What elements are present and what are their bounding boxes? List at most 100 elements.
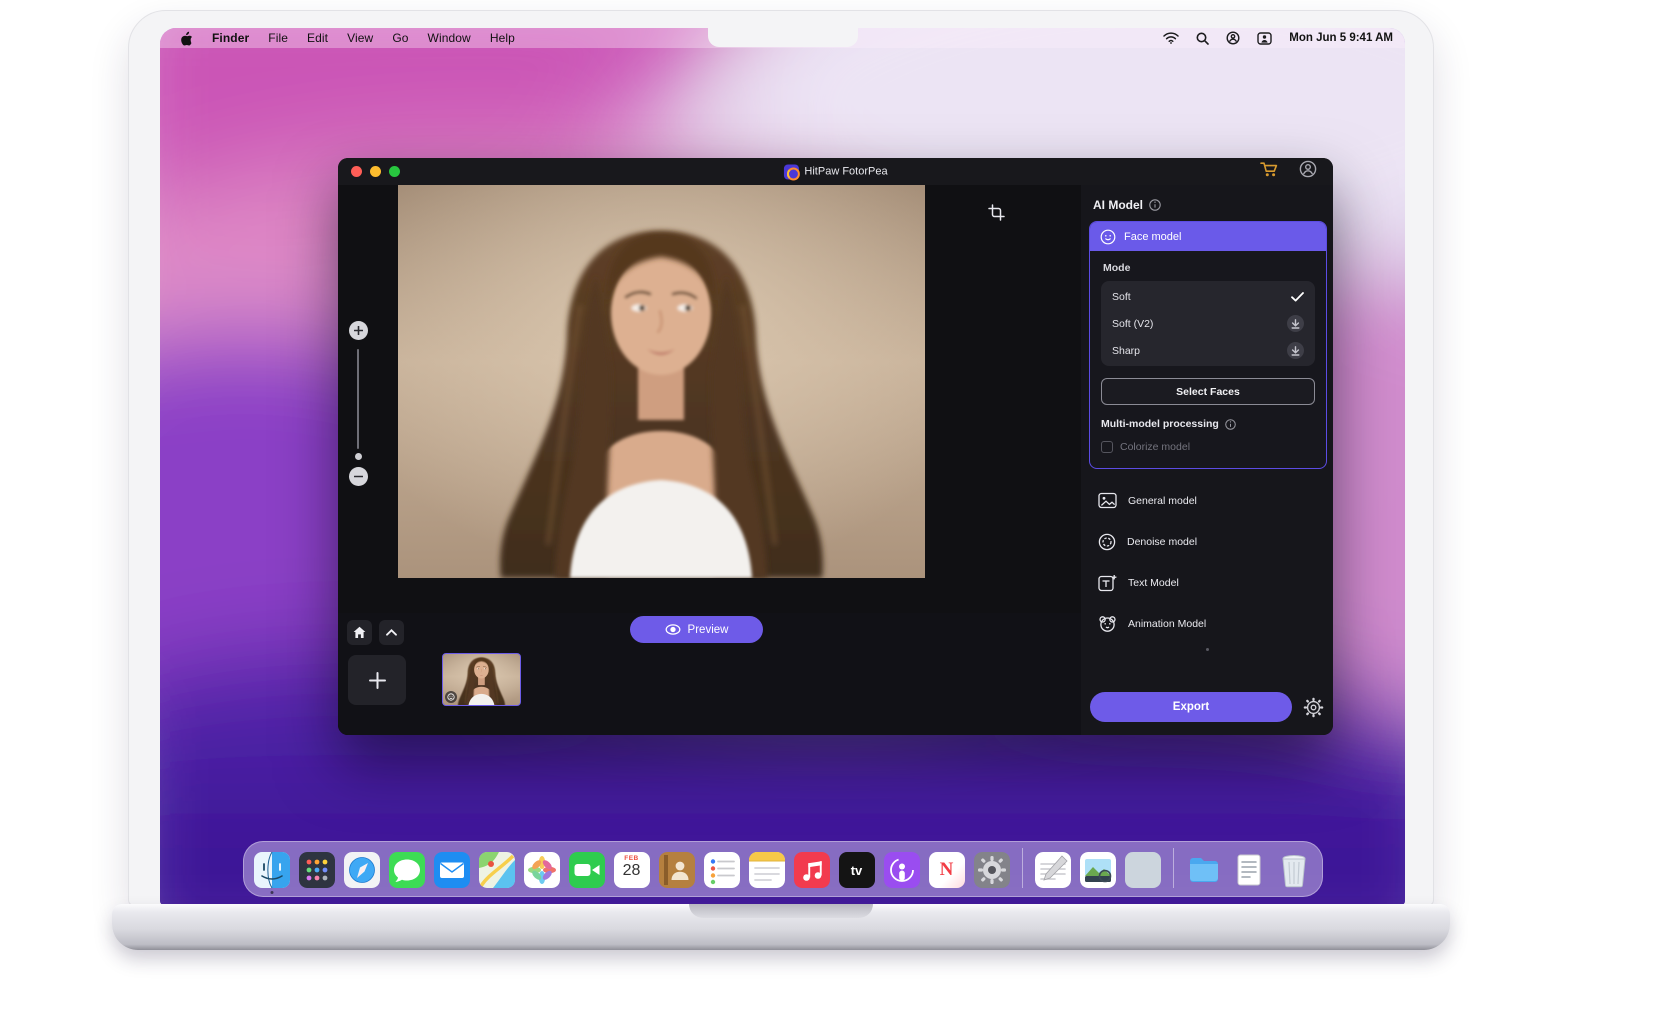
dock-maps[interactable] <box>479 852 515 888</box>
dock-separator <box>1173 848 1174 888</box>
menu-item-go[interactable]: Go <box>392 31 408 45</box>
user-circle-icon[interactable] <box>1226 31 1240 45</box>
dock-facetime[interactable] <box>569 852 605 888</box>
window-title-text: HitPaw FotorPea <box>804 166 887 178</box>
dock-news[interactable]: N <box>929 852 965 888</box>
dock-reminders[interactable] <box>704 852 740 888</box>
dock-messages[interactable] <box>389 852 425 888</box>
colorize-checkbox[interactable] <box>1101 441 1113 453</box>
zoom-in-button[interactable] <box>349 321 368 340</box>
model-general[interactable]: General model <box>1081 480 1333 521</box>
zoom-button[interactable] <box>389 166 400 177</box>
news-letter: N <box>940 859 954 881</box>
dock-mail[interactable] <box>434 852 470 888</box>
dock-finder[interactable] <box>254 852 290 888</box>
dock-appletv[interactable]: tv <box>839 852 875 888</box>
image-icon <box>1098 492 1117 509</box>
face-model-button[interactable]: Face model <box>1090 222 1326 251</box>
info-icon[interactable] <box>1225 419 1236 430</box>
macbook-mockup: Finder File Edit View Go Window Help <box>0 0 1672 1012</box>
dock-textedit[interactable] <box>1035 852 1071 888</box>
crop-icon[interactable] <box>985 201 1007 223</box>
target-icon <box>1098 533 1116 551</box>
dock-documents[interactable] <box>1231 852 1267 888</box>
menu-item-view[interactable]: View <box>347 31 373 45</box>
select-faces-button[interactable]: Select Faces <box>1101 378 1315 405</box>
scroll-indicator-dot <box>1206 648 1209 651</box>
model-list: General model Denoise model Text Model <box>1081 480 1333 644</box>
laptop-base <box>112 904 1450 950</box>
model-denoise[interactable]: Denoise model <box>1081 521 1333 562</box>
preview-button[interactable]: Preview <box>630 616 763 643</box>
dock-system-settings[interactable] <box>974 852 1010 888</box>
dock-untitled-app[interactable] <box>1125 852 1161 888</box>
dock-launchpad[interactable] <box>299 852 335 888</box>
user-switch-icon[interactable] <box>1257 32 1272 45</box>
calendar-month: FEB <box>624 855 639 862</box>
dock-preview-app[interactable] <box>1080 852 1116 888</box>
face-model-section: Face model Mode Soft <box>1089 221 1327 469</box>
tv-label: tv <box>851 863 863 878</box>
collapse-tray-button[interactable] <box>379 620 404 645</box>
menu-item-edit[interactable]: Edit <box>307 31 328 45</box>
settings-gear-icon[interactable] <box>1303 697 1324 718</box>
menu-item-window[interactable]: Window <box>428 31 471 45</box>
minimize-button[interactable] <box>370 166 381 177</box>
zoom-out-button[interactable] <box>349 467 368 486</box>
dock-music[interactable] <box>794 852 830 888</box>
dock-calendar[interactable]: FEB 28 <box>614 852 650 888</box>
zoom-slider[interactable] <box>357 349 359 449</box>
laptop-lid: Finder File Edit View Go Window Help <box>128 10 1434 906</box>
canvas-area[interactable] <box>394 185 1081 613</box>
account-icon[interactable] <box>1299 160 1317 183</box>
wifi-icon[interactable] <box>1163 32 1179 44</box>
apple-menu-icon[interactable] <box>180 31 193 46</box>
multi-model-label: Multi-model processing <box>1101 418 1219 430</box>
model-text[interactable]: Text Model <box>1081 562 1333 603</box>
check-icon <box>1291 292 1304 302</box>
window-title: HitPaw FotorPea <box>783 164 887 179</box>
panel-title: AI Model <box>1093 198 1143 212</box>
download-icon[interactable] <box>1287 342 1304 359</box>
add-image-button[interactable] <box>348 655 406 705</box>
menu-item-help[interactable]: Help <box>490 31 515 45</box>
mode-option-soft-v2[interactable]: Soft (V2) <box>1101 310 1315 337</box>
cart-icon[interactable] <box>1260 161 1279 183</box>
export-button[interactable]: Export <box>1090 692 1292 722</box>
mode-option-sharp[interactable]: Sharp <box>1101 337 1315 364</box>
mode-options: Soft Soft (V2) <box>1101 281 1315 366</box>
dock-contacts[interactable] <box>659 852 695 888</box>
info-icon[interactable] <box>1149 199 1161 211</box>
close-button[interactable] <box>351 166 362 177</box>
calendar-day: 28 <box>623 863 641 879</box>
app-window: HitPaw FotorPea <box>338 158 1333 735</box>
zoom-slider-handle[interactable] <box>355 453 362 460</box>
menu-item-finder[interactable]: Finder <box>212 31 249 45</box>
model-animation[interactable]: Animation Model <box>1081 603 1333 644</box>
ai-model-panel: AI Model Face model Mode <box>1081 185 1333 735</box>
window-titlebar[interactable]: HitPaw FotorPea <box>338 158 1333 185</box>
dock-podcasts[interactable] <box>884 852 920 888</box>
dock-photos[interactable] <box>524 852 560 888</box>
canvas-tool-strip <box>338 185 394 613</box>
image-thumbnail[interactable] <box>442 653 521 706</box>
face-badge-icon <box>445 691 457 703</box>
portrait-image <box>398 185 925 578</box>
bear-icon <box>1098 615 1117 633</box>
screen: Finder File Edit View Go Window Help <box>160 28 1405 905</box>
text-plus-icon <box>1098 574 1117 592</box>
bottom-toolbar: Preview <box>338 613 1081 735</box>
dock-trash[interactable] <box>1276 852 1312 888</box>
menu-item-file[interactable]: File <box>268 31 288 45</box>
download-icon[interactable] <box>1287 315 1304 332</box>
home-button[interactable] <box>347 620 372 645</box>
dock: FEB 28 tv <box>243 841 1323 897</box>
face-model-label: Face model <box>1124 231 1181 243</box>
dock-safari[interactable] <box>344 852 380 888</box>
traffic-lights <box>351 166 400 177</box>
menu-clock[interactable]: Mon Jun 5 9:41 AM <box>1289 32 1393 44</box>
dock-downloads-folder[interactable] <box>1186 852 1222 888</box>
search-icon[interactable] <box>1196 32 1209 45</box>
mode-option-soft[interactable]: Soft <box>1101 283 1315 310</box>
dock-notes[interactable] <box>749 852 785 888</box>
